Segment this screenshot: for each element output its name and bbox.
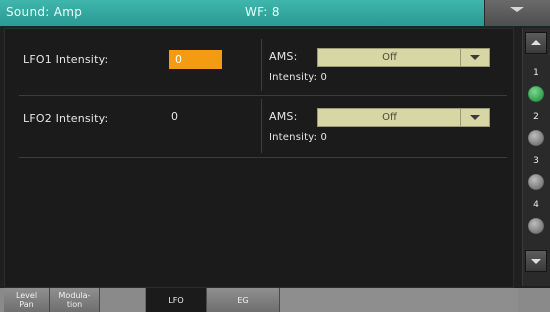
lfo1-ams-intensity[interactable]: Intensity: 0 bbox=[269, 72, 327, 83]
page-4-dot[interactable] bbox=[528, 218, 544, 234]
page-menu-button[interactable] bbox=[484, 0, 550, 26]
lfo2-divider bbox=[261, 99, 262, 153]
page-number-3: 3 bbox=[533, 156, 539, 166]
page-2-dot[interactable] bbox=[528, 130, 544, 146]
lfo2-intensity-value[interactable]: 0 bbox=[171, 110, 178, 123]
menu-arrow-icon bbox=[510, 7, 524, 12]
tab-eg-label: EG bbox=[237, 296, 249, 305]
row-separator-2 bbox=[19, 157, 507, 158]
row-separator-1 bbox=[19, 95, 507, 96]
lfo2-ams-dropdown-button[interactable] bbox=[460, 109, 489, 126]
sound-title: Sound: Amp bbox=[6, 5, 83, 19]
lfo2-ams-dropdown[interactable]: Off bbox=[317, 108, 490, 127]
page-3-dot[interactable] bbox=[528, 174, 544, 190]
page-1-dot[interactable] bbox=[528, 86, 544, 102]
lfo1-intensity-value[interactable]: 0 bbox=[169, 50, 222, 69]
wf-indicator: WF: 8 bbox=[245, 5, 280, 19]
tab-lfo-label: LFO bbox=[168, 296, 184, 305]
scroll-up-button[interactable] bbox=[525, 32, 547, 54]
lfo-panel: LFO1 Intensity: 0 AMS: Off Intensity: 0 … bbox=[4, 28, 514, 288]
tab-lfo[interactable]: LFO bbox=[145, 288, 207, 312]
tab-bar: Level Pan Modula- tion LFO EG bbox=[0, 288, 550, 312]
page-scroller: 1 2 3 4 bbox=[522, 28, 550, 286]
lfo1-ams-value: Off bbox=[382, 52, 397, 63]
tab-level-pan-line2: Pan bbox=[19, 300, 34, 309]
tab-modulation-line1: Modula- bbox=[58, 291, 91, 300]
header-bar: Sound: Amp WF: 8 bbox=[0, 0, 550, 27]
lfo1-ams-dropdown-button[interactable] bbox=[460, 49, 489, 66]
tab-modulation-line2: tion bbox=[66, 300, 83, 309]
page-number-2: 2 bbox=[533, 112, 539, 122]
chevron-down-icon bbox=[531, 259, 541, 264]
chevron-down-icon bbox=[470, 55, 480, 60]
tab-level-pan-line1: Level bbox=[15, 291, 38, 300]
tab-eg[interactable]: EG bbox=[207, 288, 280, 312]
lfo1-divider bbox=[261, 39, 262, 91]
lfo2-ams-value: Off bbox=[382, 112, 397, 123]
tab-bar-fill bbox=[280, 288, 518, 312]
lfo1-ams-dropdown[interactable]: Off bbox=[317, 48, 490, 67]
chevron-down-icon bbox=[470, 115, 480, 120]
scroll-down-button[interactable] bbox=[525, 250, 547, 272]
lfo2-intensity-label: LFO2 Intensity: bbox=[23, 112, 109, 125]
lfo1-intensity-label: LFO1 Intensity: bbox=[23, 53, 109, 66]
chevron-up-icon bbox=[531, 40, 541, 45]
lfo2-ams-label: AMS: bbox=[269, 110, 298, 123]
lfo1-ams-label: AMS: bbox=[269, 50, 298, 63]
lfo2-ams-intensity[interactable]: Intensity: 0 bbox=[269, 132, 327, 143]
tab-modulation[interactable]: Modula- tion bbox=[50, 288, 100, 312]
page-number-4: 4 bbox=[533, 200, 539, 210]
page-number-1: 1 bbox=[533, 68, 539, 78]
tab-level-pan[interactable]: Level Pan bbox=[4, 288, 50, 312]
